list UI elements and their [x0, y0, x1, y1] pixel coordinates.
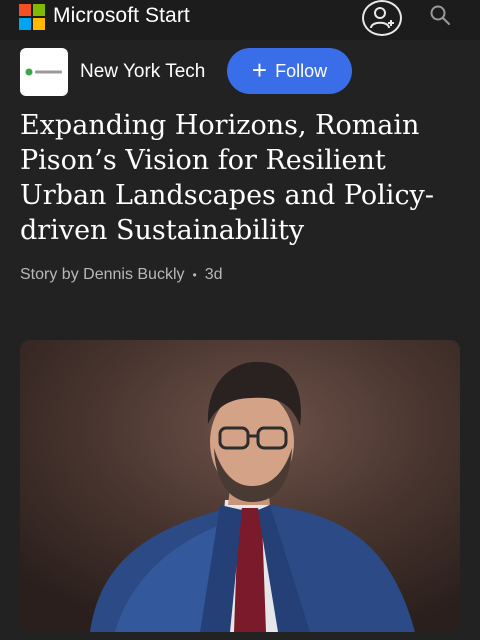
- new-york-tech-logo-icon: [25, 68, 62, 76]
- follow-button[interactable]: + Follow: [227, 48, 352, 94]
- article-hero-image[interactable]: [20, 340, 460, 632]
- microsoft-logo-icon[interactable]: [19, 4, 45, 30]
- source-row: New York Tech + Follow: [0, 44, 480, 100]
- person-add-icon: [370, 7, 394, 29]
- separator-dot-icon: •: [192, 268, 197, 282]
- search-icon: [430, 5, 450, 25]
- plus-icon: +: [251, 54, 268, 85]
- brand-name[interactable]: Microsoft Start: [53, 4, 190, 28]
- byline: Story by Dennis Buckly • 3d: [20, 266, 223, 284]
- byline-author[interactable]: Story by Dennis Buckly: [20, 266, 185, 284]
- top-bar: Microsoft Start: [0, 0, 480, 40]
- logo-square-green: [33, 4, 45, 16]
- logo-square-blue: [19, 18, 31, 30]
- logo-square-yellow: [33, 18, 45, 30]
- source-name[interactable]: New York Tech: [80, 61, 205, 83]
- logo-square-red: [19, 4, 31, 16]
- byline-age: 3d: [204, 266, 223, 283]
- article-headline: Expanding Horizons, Romain Pison’s Visio…: [20, 110, 434, 246]
- source-logo[interactable]: [20, 48, 68, 96]
- search-button[interactable]: [428, 3, 452, 27]
- portrait-photo: [20, 340, 460, 632]
- profile-button[interactable]: [362, 0, 402, 36]
- follow-label: Follow: [275, 60, 328, 81]
